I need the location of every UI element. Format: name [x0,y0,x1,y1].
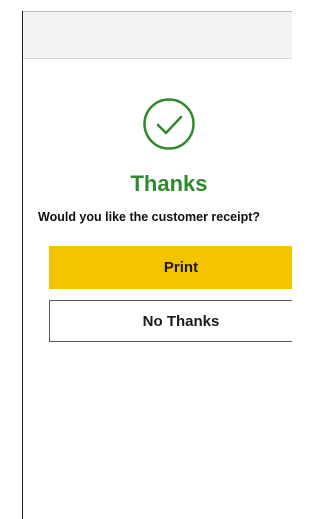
receipt-prompt-panel: Thanks Would you like the customer recei… [23,60,292,519]
header-bar [23,11,292,59]
print-button[interactable]: Print [49,246,292,289]
receipt-question: Would you like the customer receipt? [38,210,261,224]
page-title: Thanks [130,171,208,196]
no-thanks-button[interactable]: No Thanks [49,300,292,342]
check-circle-icon [143,98,195,150]
receipt-prompt-screen: Thanks Would you like the customer recei… [0,0,292,519]
